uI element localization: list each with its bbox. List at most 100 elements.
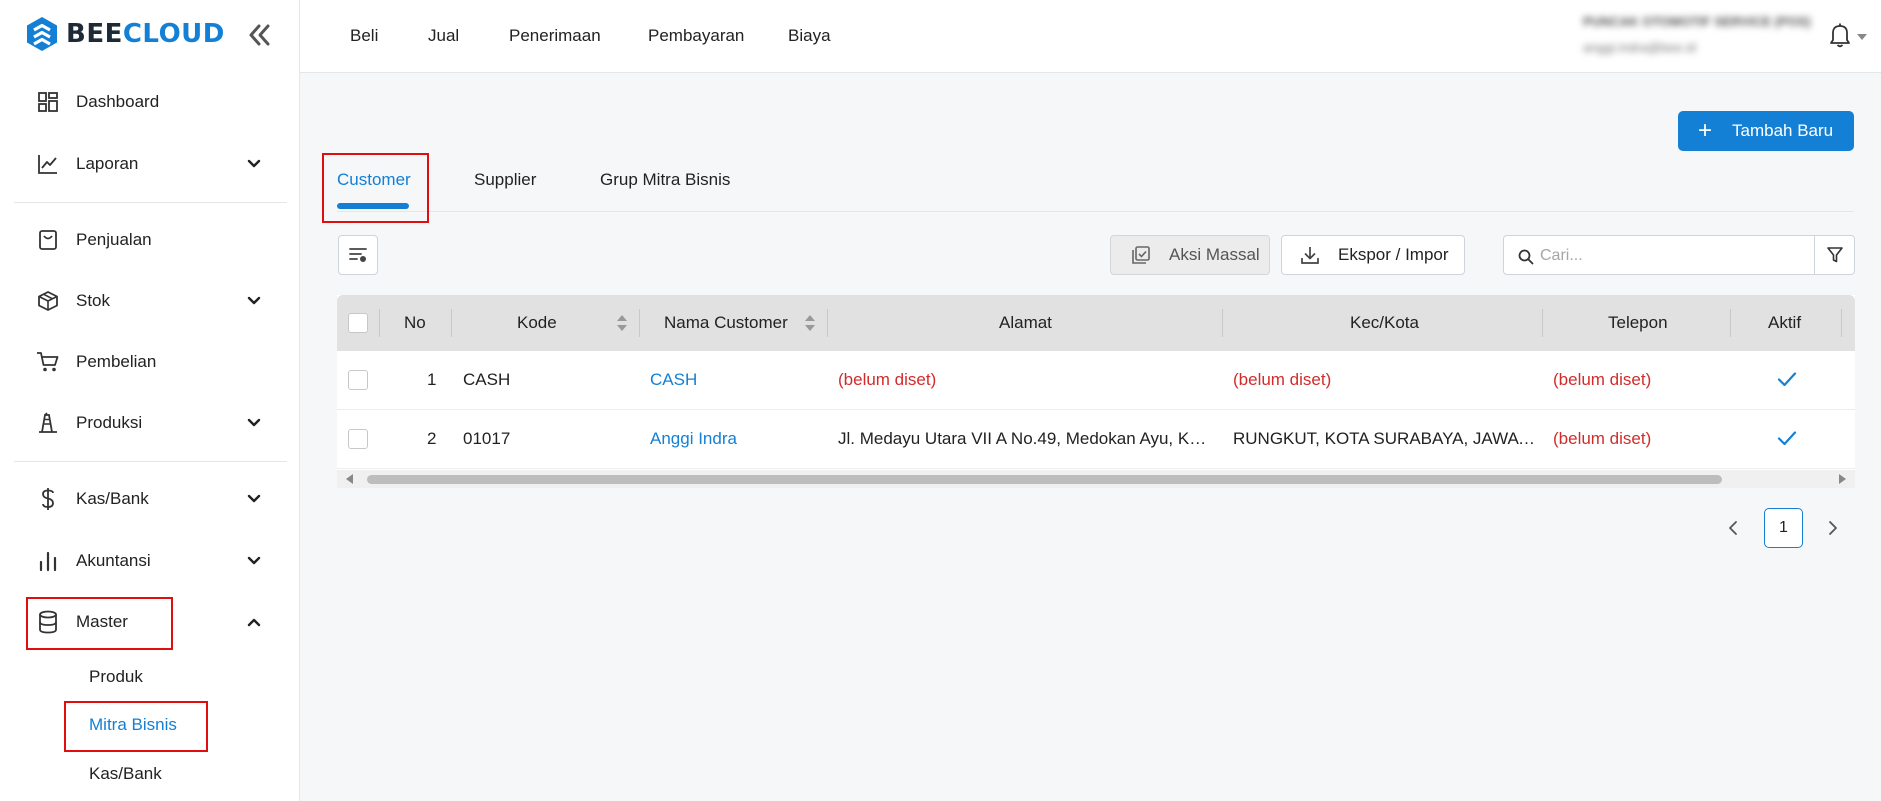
column-separator: [451, 309, 452, 337]
bee-hexagon-icon: [27, 17, 57, 51]
chevron-down-icon: [247, 296, 261, 305]
sidebar-item-penjualan[interactable]: Penjualan: [26, 218, 274, 262]
customer-table: No Kode Nama Customer Alamat Kec/Kota Te…: [337, 295, 1855, 488]
cell-nama-customer-link[interactable]: CASH: [650, 370, 697, 390]
chevron-down-icon: [247, 159, 261, 168]
app-logo[interactable]: BEECLOUD: [26, 16, 225, 52]
bell-icon: [1830, 23, 1850, 48]
user-menu-caret[interactable]: [1856, 33, 1868, 41]
cell-kode: CASH: [463, 370, 511, 389]
shopping-bag-icon: [36, 228, 60, 252]
chevron-down-icon: [247, 418, 261, 427]
dashboard-icon: [36, 90, 60, 114]
logo-text: BEECLOUD: [66, 19, 225, 49]
sidebar-item-label: Laporan: [76, 154, 139, 173]
page-number-button[interactable]: 1: [1764, 508, 1803, 548]
prev-page-icon[interactable]: [1725, 519, 1741, 537]
tab-supplier[interactable]: Supplier: [474, 170, 536, 190]
tabs-divider: [337, 211, 1854, 212]
collapse-sidebar-button[interactable]: [246, 22, 272, 48]
download-icon: [1301, 247, 1319, 264]
topnav-penerimaan[interactable]: Penerimaan: [509, 26, 601, 46]
logo-word-bee: BEE: [66, 19, 123, 49]
sidebar-item-dashboard[interactable]: Dashboard: [26, 80, 274, 124]
column-header-aktif: Aktif: [1768, 313, 1802, 332]
cell-alamat: (belum diset): [838, 370, 937, 389]
column-separator: [1841, 309, 1842, 337]
column-header-no: No: [404, 313, 426, 332]
table-header: No Kode Nama Customer Alamat Kec/Kota Te…: [337, 295, 1855, 351]
column-settings-button[interactable]: [338, 235, 378, 275]
filter-icon: [1827, 247, 1843, 263]
cell-no: 2: [427, 429, 437, 448]
column-header-kec-kota: Kec/Kota: [1350, 313, 1419, 332]
bulk-select-icon: [1132, 246, 1150, 264]
cell-alamat: Jl. Medayu Utara VII A No.49, Medokan Ay…: [838, 429, 1213, 448]
chevron-down-icon: [247, 494, 261, 503]
cell-kec-kota: RUNGKUT, KOTA SURABAYA, JAWA TIMUR: [1233, 429, 1538, 448]
column-header-kode[interactable]: Kode: [517, 313, 557, 333]
sort-icon[interactable]: [804, 313, 816, 333]
table-row[interactable]: 2 01017 Anggi Indra Jl. Medayu Utara VII…: [337, 410, 1855, 469]
sidebar-item-stok[interactable]: Stok: [26, 279, 274, 323]
next-page-icon[interactable]: [1825, 519, 1841, 537]
list-settings-icon: [349, 248, 367, 262]
double-chevron-left-icon: [249, 24, 270, 46]
sidebar-item-produksi[interactable]: Produksi: [26, 401, 274, 445]
sidebar-item-label: Dashboard: [76, 92, 160, 111]
sidebar-sub-mitra-bisnis[interactable]: Mitra Bisnis: [89, 715, 177, 735]
sort-icon[interactable]: [616, 313, 628, 333]
table-row[interactable]: 1 CASH CASH (belum diset) (belum diset) …: [337, 351, 1855, 410]
sidebar-item-kas-bank[interactable]: Kas/Bank: [26, 477, 274, 521]
export-import-button[interactable]: Ekspor / Impor: [1281, 235, 1465, 275]
topnav-beli[interactable]: Beli: [350, 26, 378, 46]
logo-word-cloud: CLOUD: [122, 19, 225, 49]
sidebar: BEECLOUD Dashboard Laporan Penjualan Sto…: [0, 0, 300, 801]
column-separator: [1542, 309, 1543, 337]
search-input[interactable]: [1540, 244, 1810, 268]
cell-nama-customer-link[interactable]: Anggi Indra: [650, 429, 737, 449]
tab-grup-mitra-bisnis[interactable]: Grup Mitra Bisnis: [600, 170, 730, 190]
notification-button[interactable]: [1828, 22, 1852, 48]
column-separator: [639, 309, 640, 337]
sidebar-item-akuntansi[interactable]: Akuntansi: [26, 539, 274, 583]
scroll-left-icon[interactable]: [345, 474, 355, 484]
plus-icon: +: [1698, 117, 1713, 144]
chart-line-icon: [36, 152, 60, 176]
sidebar-divider: [14, 461, 287, 462]
cell-kec-kota: (belum diset): [1233, 370, 1332, 389]
scroll-right-icon[interactable]: [1837, 474, 1847, 484]
check-icon: [1777, 431, 1797, 446]
row-checkbox[interactable]: [348, 429, 368, 449]
sidebar-item-label: Akuntansi: [76, 551, 151, 570]
sidebar-item-master[interactable]: Master: [26, 600, 274, 644]
bar-chart-icon: [36, 549, 60, 573]
sidebar-item-laporan[interactable]: Laporan: [26, 142, 274, 186]
filter-button[interactable]: [1814, 236, 1855, 274]
column-header-telepon: Telepon: [1608, 313, 1668, 332]
sidebar-sub-produk[interactable]: Produk: [89, 667, 143, 687]
bulk-action-button[interactable]: Aksi Massal: [1110, 235, 1270, 275]
topnav-pembayaran[interactable]: Pembayaran: [648, 26, 744, 46]
search-box: [1503, 235, 1855, 275]
chevron-down-icon: [247, 556, 261, 565]
tab-customer[interactable]: Customer: [337, 170, 411, 190]
active-tab-indicator: [337, 203, 409, 209]
topnav-jual[interactable]: Jual: [428, 26, 459, 46]
sidebar-item-pembelian[interactable]: Pembelian: [26, 340, 274, 384]
topnav-biaya[interactable]: Biaya: [788, 26, 831, 46]
cell-telepon: (belum diset): [1553, 429, 1652, 448]
row-checkbox[interactable]: [348, 370, 368, 390]
sidebar-sub-kas-bank[interactable]: Kas/Bank: [89, 764, 162, 784]
scrollbar-thumb[interactable]: [367, 475, 1722, 484]
sidebar-item-label: Master: [76, 612, 128, 631]
add-new-button[interactable]: + Tambah Baru: [1678, 111, 1854, 151]
dollar-icon: [36, 487, 60, 511]
horizontal-scrollbar[interactable]: [337, 470, 1855, 488]
cart-icon: [36, 350, 60, 374]
column-header-nama-customer[interactable]: Nama Customer: [664, 313, 788, 333]
user-company-name[interactable]: PUNCAK OTOMOTIF SERVICE (POS): [1583, 14, 1811, 29]
check-icon: [1777, 372, 1797, 387]
factory-icon: [36, 411, 60, 435]
select-all-checkbox[interactable]: [348, 313, 368, 333]
